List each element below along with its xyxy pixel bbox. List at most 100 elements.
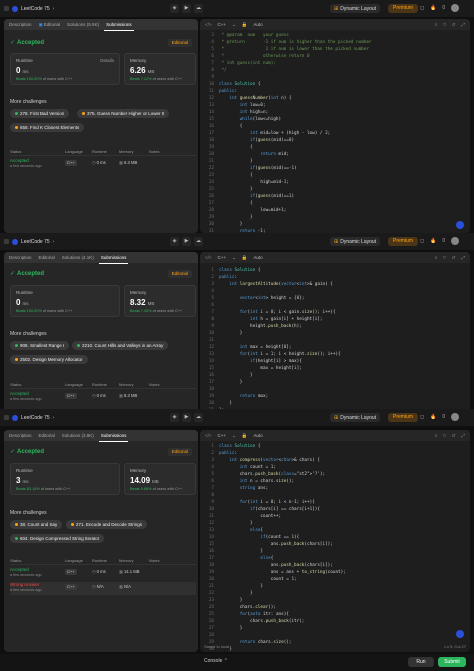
challenge-chip[interactable]: 278. First Bad Version	[10, 109, 70, 118]
reset-icon[interactable]: ↺	[452, 252, 456, 263]
reset-icon[interactable]: ↺	[452, 430, 456, 441]
code-line[interactable]: int mid=low + (high - low) / 2;	[219, 130, 330, 137]
bookmark-icon[interactable]: ⌑	[443, 430, 445, 441]
table-row[interactable]: Wrong Answer a few seconds ago C++ ◷N/A ▦…	[10, 582, 196, 595]
avatar[interactable]	[451, 413, 460, 421]
console-toggle[interactable]: Console ⌃	[204, 658, 228, 664]
code-line[interactable]: }	[219, 158, 253, 165]
chevron-down-icon[interactable]: ⌄	[232, 433, 236, 439]
expand-icon[interactable]: ⤢	[461, 430, 465, 441]
code-line[interactable]: if(guess(mid)==0)	[219, 137, 294, 144]
premium-button[interactable]: Premium	[388, 4, 419, 13]
code-line[interactable]: int guessNumber(int n) {	[219, 95, 291, 102]
runtime-card[interactable]: Runtime 3 ms Beats 83.14% of users with C…	[10, 463, 120, 495]
debug-icon[interactable]: ◈	[170, 4, 179, 13]
code-line[interactable]: low=mid+1;	[219, 207, 286, 214]
code-line[interactable]: max = height[i];	[219, 365, 301, 372]
code-line[interactable]: * int guess(int num);	[219, 60, 276, 67]
code-line[interactable]: }	[219, 186, 253, 193]
chevron-down-icon[interactable]: ⌄	[232, 255, 236, 261]
submit-button[interactable]: Submit	[438, 657, 466, 667]
code-line[interactable]: class Solution {	[219, 81, 260, 88]
code-line[interactable]: if(count == 1){	[219, 534, 299, 541]
code-line[interactable]: chars.push_back(itr);	[219, 618, 304, 625]
expand-icon[interactable]: ⤢	[461, 252, 465, 263]
code-line[interactable]: count = 1;	[219, 576, 297, 583]
code-line[interactable]: for(int i = 1; i < height.size(); i++){	[219, 351, 341, 358]
code-line[interactable]: else{	[219, 555, 273, 562]
avatar[interactable]	[451, 4, 460, 12]
code-line[interactable]: else{	[219, 527, 263, 534]
code-line[interactable]: }	[219, 597, 243, 604]
challenge-chip[interactable]: 604. Design Compressed String Iterator	[10, 534, 105, 543]
code-line[interactable]: }	[219, 400, 232, 407]
auto-mode[interactable]: Auto	[253, 255, 262, 260]
code-line[interactable]: int low=0;	[219, 102, 266, 109]
tab-editorial[interactable]: ▣Editorial	[37, 19, 63, 30]
code-area[interactable]: 3 * @param num your guess 4 * @return -1 …	[200, 32, 470, 233]
notes-cell[interactable]	[149, 391, 189, 404]
code-line[interactable]: }	[219, 625, 243, 632]
challenge-chip[interactable]: 2210. Count Hills and Valleys in an Arra…	[72, 341, 169, 350]
play-icon[interactable]: ▶	[182, 413, 191, 422]
memory-card[interactable]: Memory 6.26 MB Beats 7.12% of users with …	[124, 53, 196, 85]
tab-submissions[interactable]: Submissions	[98, 252, 129, 264]
code-line[interactable]: }	[219, 372, 253, 379]
leetcode-logo[interactable]	[12, 5, 18, 12]
editorial-button[interactable]: Editorial	[167, 39, 192, 47]
table-row[interactable]: Accepted a few seconds ago C++ ◷0 ms ▦8.3…	[10, 391, 196, 404]
code-line[interactable]: }	[219, 221, 243, 228]
code-line[interactable]: int largestAltitude(vector<int>& gain) {	[219, 281, 333, 288]
play-icon[interactable]: ▶	[182, 237, 191, 246]
runtime-card[interactable]: Runtime Details 0 ms Beats 100.00% of use…	[10, 53, 120, 85]
code-line[interactable]: }	[219, 590, 253, 597]
brand-title[interactable]: LeetCode 75	[21, 415, 50, 421]
code-line[interactable]: }	[219, 520, 253, 527]
format-icon[interactable]: ≡	[435, 19, 438, 30]
debug-icon[interactable]: ◈	[170, 237, 179, 246]
editorial-button[interactable]: Editorial	[167, 270, 192, 278]
code-line[interactable]: }	[219, 379, 243, 386]
code-line[interactable]: for(int i = 0; i < n-1; i++){	[219, 499, 315, 506]
code-line[interactable]: }	[219, 548, 263, 555]
code-line[interactable]: string ans;	[219, 485, 268, 492]
upload-icon[interactable]: ☁	[194, 413, 203, 422]
code-line[interactable]: if(height[i] > max){	[219, 358, 302, 365]
code-line[interactable]: vector<int> height = {0};	[219, 295, 305, 302]
code-line[interactable]: public:	[219, 450, 237, 457]
code-line[interactable]: * otherwise return 0	[219, 53, 310, 60]
table-row[interactable]: Accepted a few seconds ago C++ ◷0 ms ▦6.3…	[10, 158, 196, 171]
tab-solutions[interactable]: Solutions (4.1K)	[60, 252, 96, 263]
chevron-right-icon[interactable]: ›	[53, 239, 55, 245]
status-cell[interactable]: Wrong Answer a few seconds ago	[10, 582, 65, 595]
bell-icon[interactable]: ◻	[420, 237, 424, 246]
lock-icon[interactable]: 🔒	[242, 255, 248, 261]
code-line[interactable]: int max = height[0];	[219, 344, 292, 351]
assistant-icon[interactable]	[456, 630, 464, 638]
notes-cell[interactable]	[149, 158, 189, 171]
chevron-down-icon[interactable]: ⌄	[232, 22, 236, 28]
layout-icon[interactable]	[4, 239, 9, 244]
code-line[interactable]: * @param num your guess	[219, 32, 289, 39]
leetcode-logo[interactable]	[12, 238, 18, 245]
code-line[interactable]: count++;	[219, 513, 281, 520]
tab-editorial[interactable]: Editorial	[37, 252, 57, 263]
status-cell[interactable]: Accepted a few seconds ago	[10, 391, 65, 404]
challenge-chip[interactable]: 658. Find K Closest Elements	[10, 123, 85, 132]
code-line[interactable]: height.push_back(h);	[219, 323, 302, 330]
language-select[interactable]: C++	[218, 22, 227, 27]
tab-solutions[interactable]: Solutions (5.8K)	[65, 19, 101, 30]
tab-description[interactable]: Description	[7, 430, 34, 441]
bookmark-icon[interactable]: ⌑	[443, 252, 445, 263]
challenge-chip[interactable]: 2502. Design Memory Allocator	[10, 355, 88, 364]
upload-icon[interactable]: ☁	[194, 4, 203, 13]
code-line[interactable]: }	[219, 583, 263, 590]
dynamic-layout-button[interactable]: ⊞ Dynamic Layout	[330, 237, 381, 246]
upload-icon[interactable]: ☁	[194, 237, 203, 246]
lock-icon[interactable]: 🔒	[242, 433, 248, 439]
code-line[interactable]: chars.push_back(class="st2">'?');	[219, 471, 325, 478]
streak-icon[interactable]: 🔥	[430, 4, 436, 13]
notes-cell[interactable]	[149, 582, 189, 595]
code-line[interactable]: for(auto itr: ans){	[219, 611, 289, 618]
bell-icon[interactable]: ◻	[420, 4, 424, 13]
